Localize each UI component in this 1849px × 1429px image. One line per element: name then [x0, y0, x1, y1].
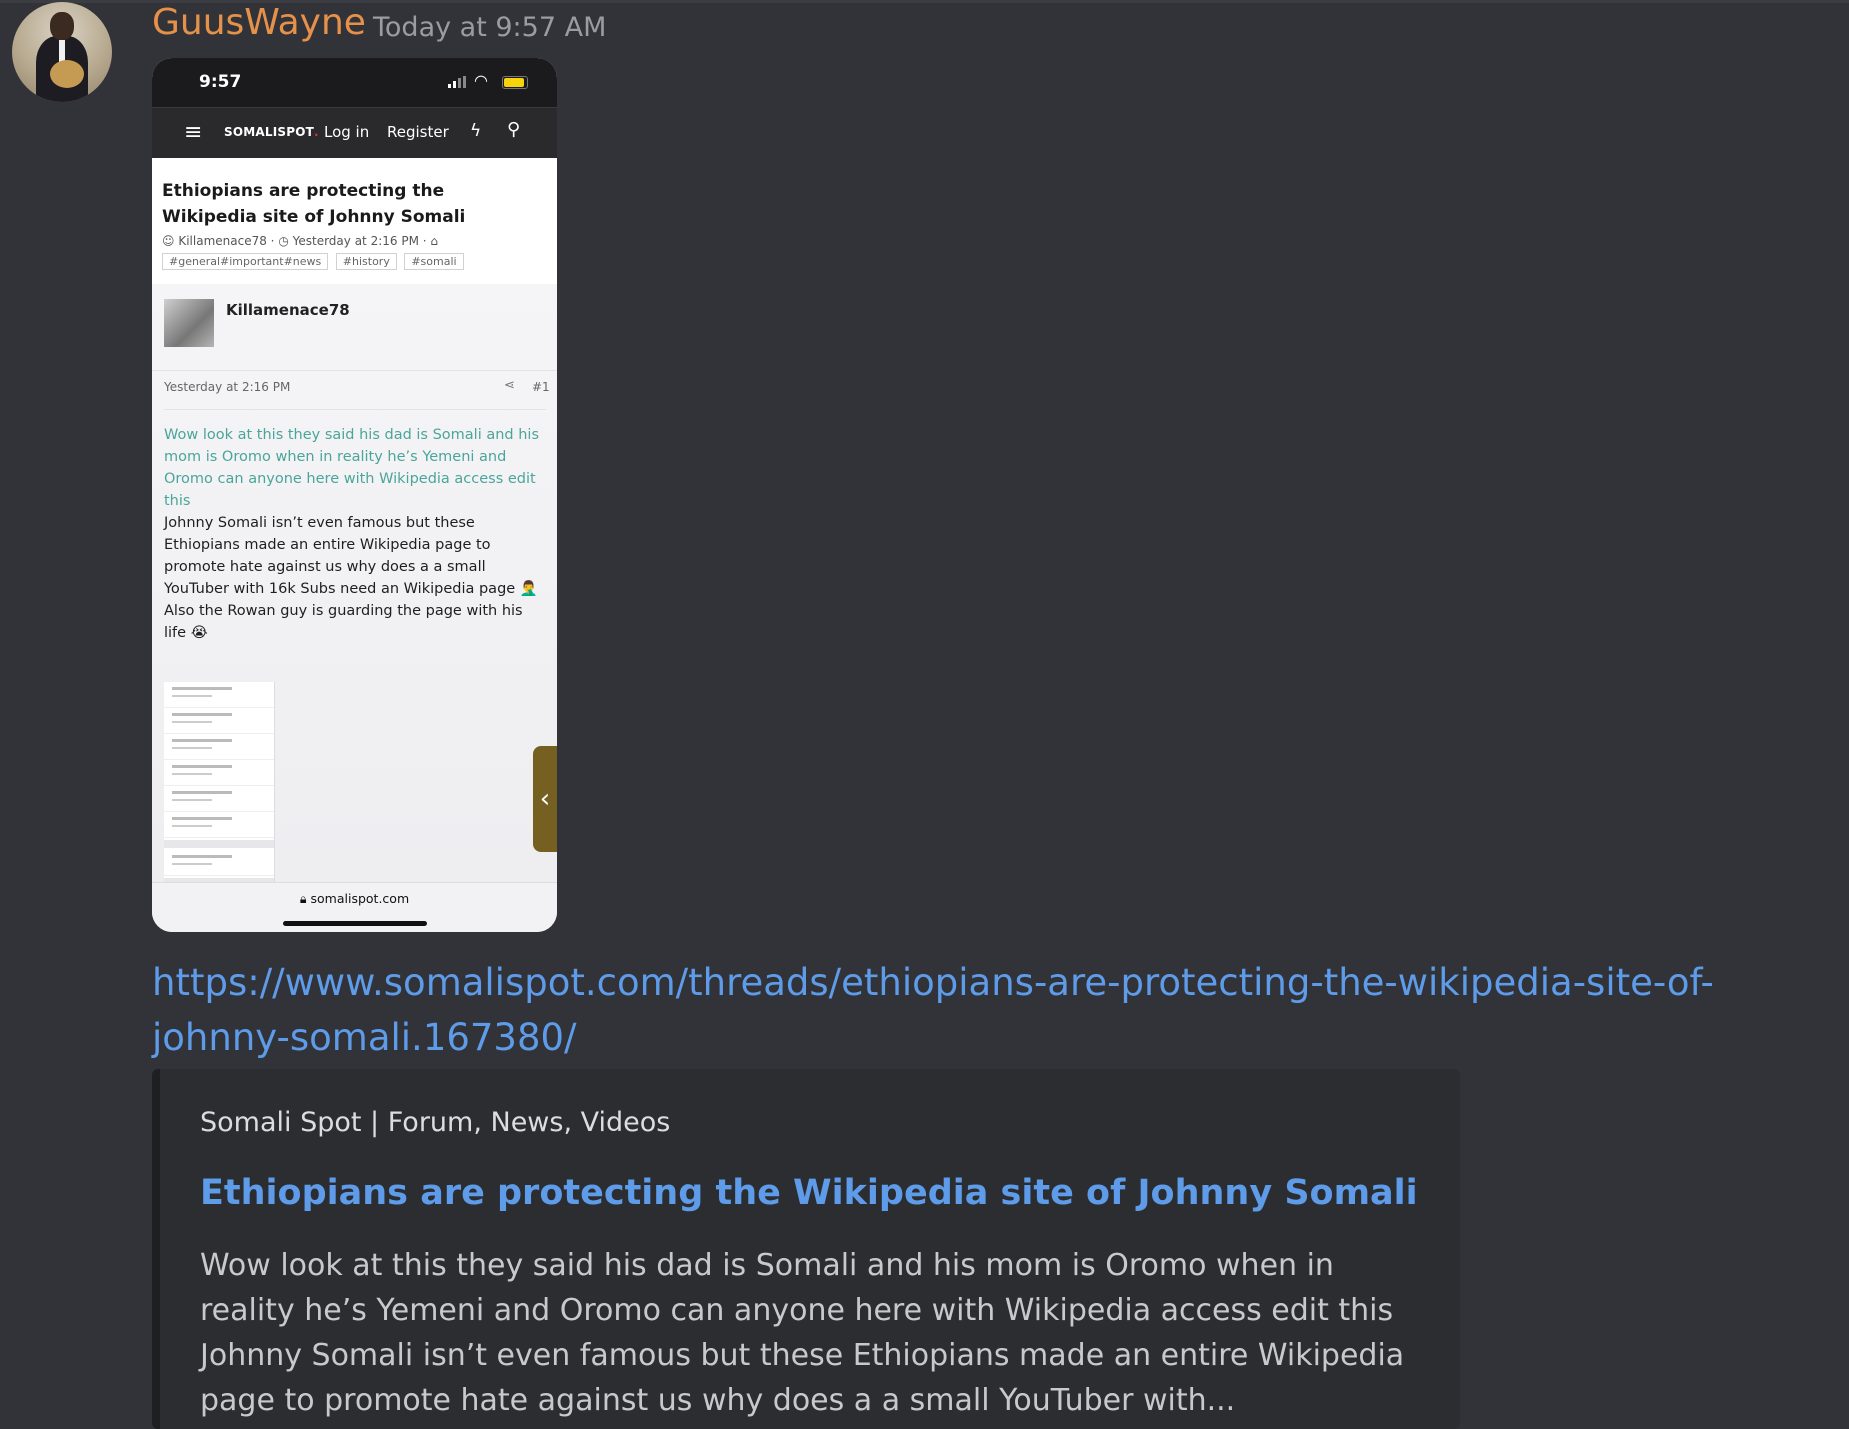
login-link[interactable]: Log in [324, 123, 369, 141]
link-embed: Somali Spot | Forum, News, Videos Ethiop… [152, 1069, 1460, 1429]
battery-icon [502, 76, 528, 89]
user-avatar[interactable] [12, 2, 112, 102]
lightning-icon[interactable]: ϟ [470, 121, 481, 141]
avatar-bird [50, 60, 84, 88]
post-body: Wow look at this they said his dad is So… [164, 424, 549, 644]
hamburger-icon[interactable]: ≡ [184, 122, 202, 144]
thread-header: Ethiopians are protecting the Wikipedia … [152, 158, 557, 285]
share-icon[interactable]: ⋖ [504, 378, 515, 393]
browser-url-bar[interactable]: 🔒︎ somalispot.com [152, 882, 557, 932]
home-indicator [283, 921, 427, 926]
post-text: Johnny Somali isn’t even famous but thes… [164, 515, 538, 597]
clock-icon: ◷ [278, 234, 289, 248]
wifi-icon: ◠ [474, 71, 488, 90]
user-icon: ☺ [162, 234, 175, 248]
chevron-left-icon[interactable]: ‹ [533, 746, 557, 852]
message-link[interactable]: https://www.somalispot.com/threads/ethio… [152, 955, 1812, 1065]
embed-title[interactable]: Ethiopians are protecting the Wikipedia … [200, 1173, 1418, 1213]
post-quote: Wow look at this they said his dad is So… [164, 427, 540, 509]
post-author[interactable]: Killamenace78 [226, 301, 350, 319]
search-icon[interactable]: ⚲ [507, 119, 520, 140]
thread-meta: ☺ Killamenace78 · ◷ Yesterday at 2:16 PM… [162, 234, 438, 248]
signal-icon [448, 76, 466, 88]
status-time: 9:57 [199, 72, 242, 92]
message-timestamp: Today at 9:57 AM [373, 12, 607, 43]
post: Killamenace78 Yesterday at 2:16 PM ⋖ #1 … [152, 284, 557, 908]
thread-author[interactable]: Killamenace78 [178, 234, 267, 248]
avatar-head [50, 12, 74, 40]
post-number[interactable]: #1 [532, 380, 550, 394]
username[interactable]: GuusWayne [152, 2, 366, 43]
attached-screenshot[interactable]: 9:57 ◠ ≡ SOMALISPOT. Log in Register ϟ ⚲… [152, 58, 557, 932]
thread-date: Yesterday at 2:16 PM [292, 234, 419, 248]
wikipedia-history-image[interactable] [164, 682, 275, 908]
tag-list: #general#important#news #history #somali [162, 253, 468, 270]
register-link[interactable]: Register [387, 123, 449, 141]
phone-status-bar: 9:57 ◠ [152, 58, 557, 107]
tag[interactable]: #general#important#news [162, 253, 329, 270]
post-date: Yesterday at 2:16 PM [164, 380, 291, 394]
site-logo[interactable]: SOMALISPOT. [224, 125, 319, 139]
embed-description: Wow look at this they said his dad is So… [200, 1248, 1405, 1418]
tag[interactable]: #history [335, 253, 397, 270]
post-avatar[interactable] [164, 299, 214, 347]
thread-title: Ethiopians are protecting the Wikipedia … [162, 181, 466, 227]
post-author-row: Killamenace78 [152, 284, 557, 371]
post-text: Also the Rowan guy is guarding the page … [164, 603, 523, 641]
post-divider [164, 409, 546, 410]
site-navbar: ≡ SOMALISPOT. Log in Register ϟ ⚲ [152, 107, 557, 159]
lock-icon: 🔒︎ [299, 891, 307, 906]
tag[interactable]: #somali [404, 253, 464, 270]
embed-provider: Somali Spot | Forum, News, Videos [200, 1107, 671, 1138]
url-text: somalispot.com [310, 891, 410, 906]
tag-icon: ⌂ [430, 234, 438, 248]
